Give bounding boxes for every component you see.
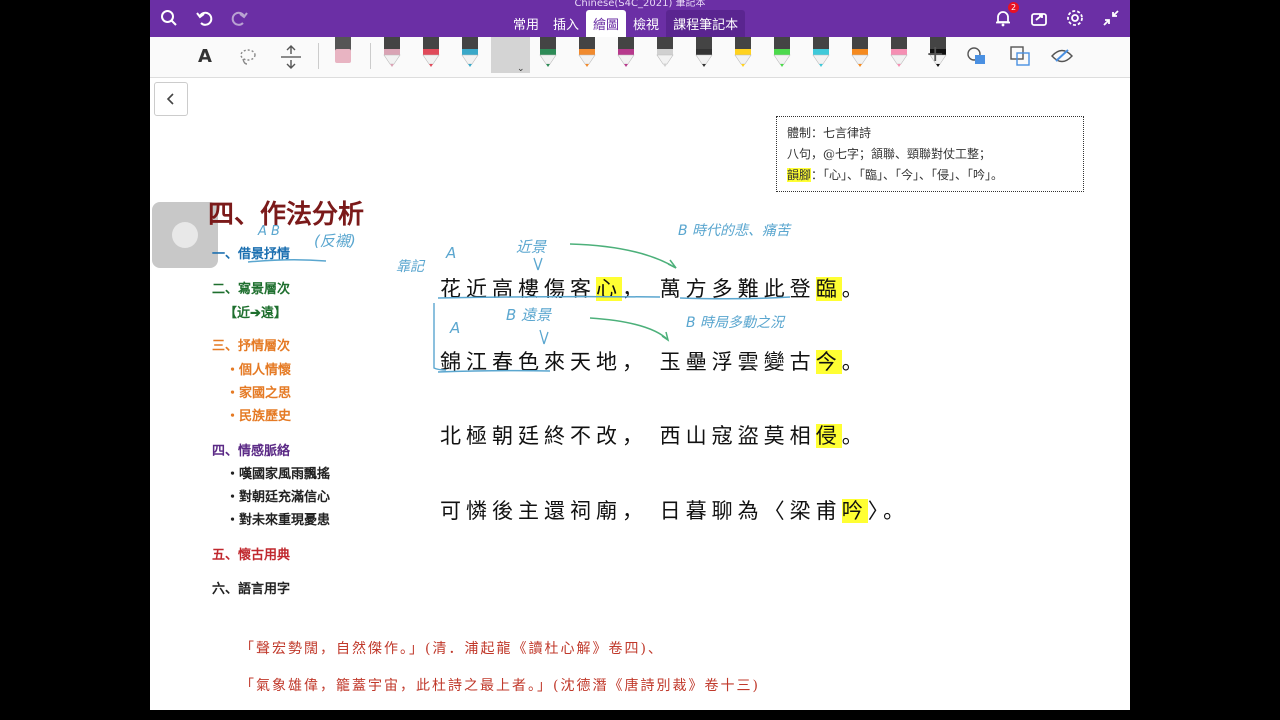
pen-11[interactable]	[772, 37, 792, 69]
pen-12[interactable]	[811, 37, 831, 69]
search-icon[interactable]	[158, 7, 180, 29]
tab-class-notebook[interactable]: 課程筆記本	[666, 10, 746, 37]
add-pen-icon[interactable]: +	[926, 44, 944, 66]
document-title: Chinese(S4C_2021) 筆記本	[574, 0, 706, 9]
onenote-app: Chinese(S4C_2021) 筆記本 常用 插入 繪圖 檢視 課程筆記本 …	[150, 0, 1130, 710]
pen-5[interactable]	[538, 37, 558, 69]
ribbon-tabs: 常用 插入 繪圖 檢視 課程筆記本	[506, 10, 746, 37]
pen-13[interactable]	[850, 37, 870, 69]
undo-icon[interactable]	[194, 7, 216, 29]
lasso-select-icon[interactable]	[238, 47, 258, 71]
pen-1[interactable]	[382, 37, 402, 69]
tab-view[interactable]: 檢視	[626, 10, 666, 37]
pen-10[interactable]	[733, 37, 753, 69]
pen-7[interactable]	[616, 37, 636, 69]
chevron-down-icon[interactable]: ⌄	[517, 64, 525, 74]
ink-to-shape-icon[interactable]	[1008, 44, 1032, 72]
tab-insert[interactable]: 插入	[546, 10, 586, 37]
pen-6[interactable]	[577, 37, 597, 69]
pen-14[interactable]	[889, 37, 909, 69]
page-canvas[interactable]: 體制：七言律詩 八句，@七字；頷聯、頸聯對仗工整； 韻腳：「心」、「臨」、「今」…	[150, 78, 1130, 710]
ink-annotations	[247, 243, 791, 373]
settings-gear-icon[interactable]	[1064, 7, 1086, 29]
pen-9[interactable]	[694, 37, 714, 69]
pen-3[interactable]	[460, 37, 480, 69]
tab-home[interactable]: 常用	[506, 10, 546, 37]
shapes-icon[interactable]	[966, 46, 988, 70]
insert-space-icon[interactable]	[280, 45, 302, 73]
eraser-tool[interactable]	[332, 37, 354, 69]
pen-2[interactable]	[421, 37, 441, 69]
tab-draw[interactable]: 繪圖	[586, 10, 627, 37]
share-icon[interactable]	[1028, 7, 1050, 29]
notification-bell-icon[interactable]: 2	[992, 2, 1019, 29]
redo-icon[interactable]	[228, 7, 250, 29]
ink-replay-icon[interactable]	[1050, 45, 1074, 71]
title-bar: Chinese(S4C_2021) 筆記本 常用 插入 繪圖 檢視 課程筆記本 …	[150, 0, 1130, 37]
pen-8[interactable]	[655, 37, 675, 69]
collapse-arrows-icon[interactable]	[1100, 7, 1122, 29]
type-text-tool[interactable]: A	[198, 46, 212, 67]
draw-ribbon: A ⌄ +	[150, 37, 1130, 78]
critic-quote-2: 「氣象雄偉，籠蓋宇宙，此杜詩之最上者。」(沈德潛《唐詩別裁》卷十三)	[240, 678, 760, 694]
notification-badge: 2	[1008, 2, 1019, 13]
critic-quote-1: 「聲宏勢闊，自然傑作。」(清．浦起龍《讀杜心解》卷四)、	[240, 641, 664, 657]
